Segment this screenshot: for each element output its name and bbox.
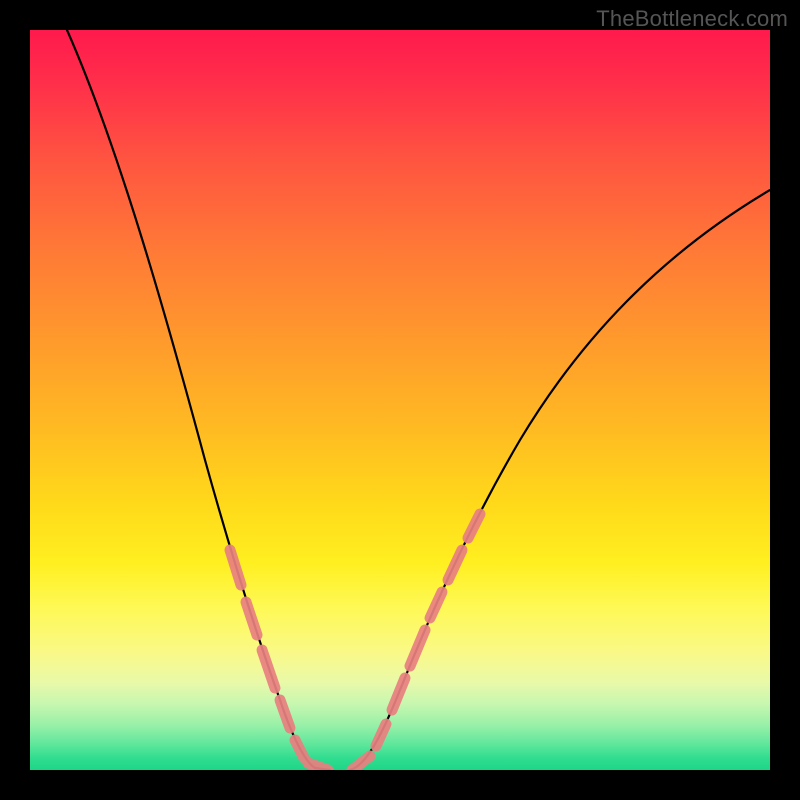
- watermark-text: TheBottleneck.com: [596, 6, 788, 32]
- chart-frame: TheBottleneck.com: [0, 0, 800, 800]
- highlight-right: [352, 514, 480, 770]
- plot-area: [30, 30, 770, 770]
- curve-layer: [30, 30, 770, 770]
- right-curve: [350, 190, 770, 770]
- highlight-left: [230, 550, 328, 770]
- left-curve: [67, 30, 330, 770]
